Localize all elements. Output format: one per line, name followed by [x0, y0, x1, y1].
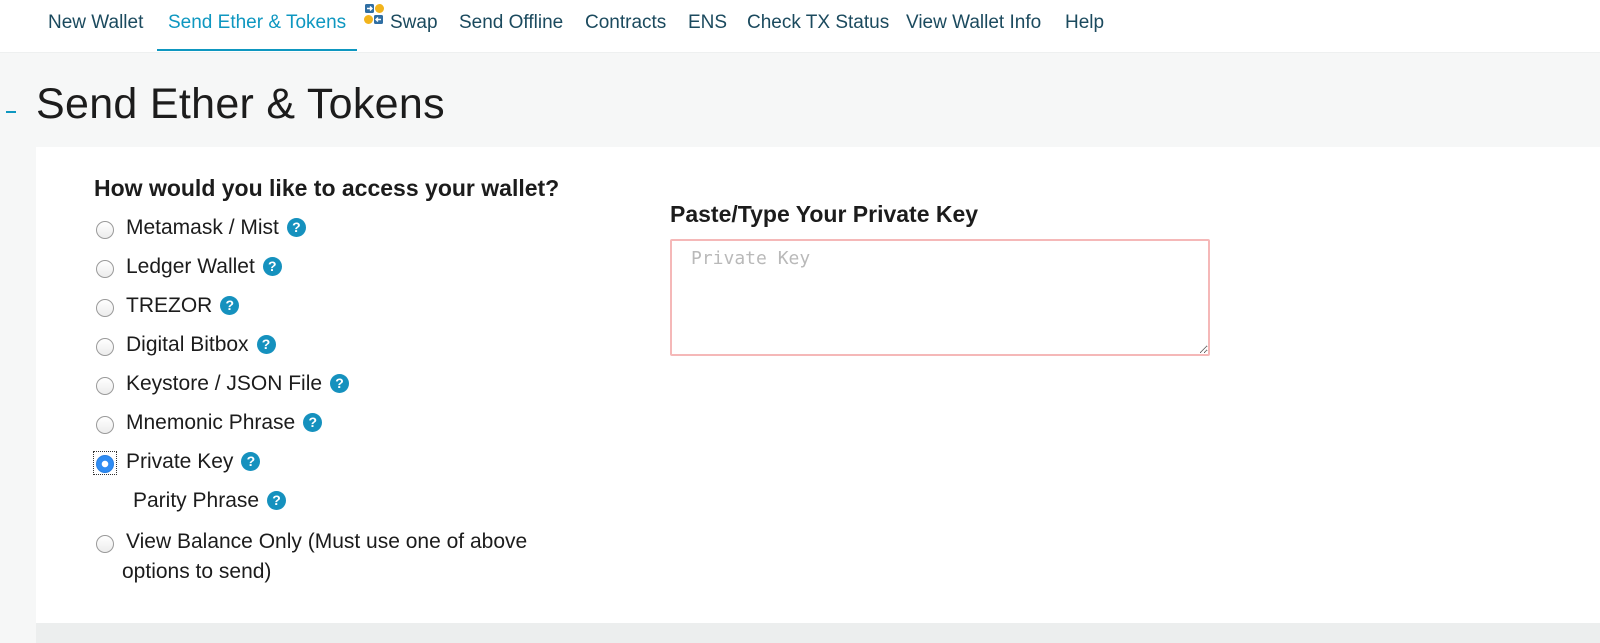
radio-view-balance[interactable] — [96, 535, 114, 553]
question-icon[interactable]: ? — [256, 335, 276, 354]
option-label: Metamask / Mist — [126, 216, 279, 239]
title-accent-dash — [6, 111, 16, 113]
private-key-input[interactable] — [670, 239, 1210, 356]
radio-ledger[interactable] — [96, 260, 114, 278]
option-label: View Balance Only (Must use one of above — [126, 530, 528, 553]
option-label-wrap: Ledger Wallet? — [126, 252, 282, 282]
private-key-heading: Paste/Type Your Private Key — [670, 201, 979, 227]
page-title: Send Ether & Tokens — [36, 80, 445, 128]
nav-label: ENS — [688, 12, 728, 33]
question-icon[interactable]: ? — [267, 491, 287, 510]
option-label-wrap: TREZOR? — [126, 291, 240, 321]
option-label-wrap: Metamask / Mist? — [126, 213, 306, 243]
option-label: Private Key — [126, 450, 234, 473]
nav-help[interactable]: Help — [1065, 0, 1104, 49]
nav-contracts[interactable]: Contracts — [585, 0, 666, 49]
radio-keystore-json[interactable] — [96, 377, 114, 395]
nav-ens[interactable]: ENS — [688, 0, 727, 49]
question-icon[interactable]: ? — [220, 296, 240, 315]
nav-swap[interactable]: Swap — [362, 0, 438, 49]
nav-label: Swap — [390, 12, 438, 33]
nav-label: View Wallet Info — [906, 12, 1042, 33]
option-label-wrap: Parity Phrase? — [133, 486, 287, 516]
nav-label: Check TX Status — [747, 12, 890, 33]
top-nav: New Wallet Send Ether & Tokens Swap Send… — [0, 0, 1600, 53]
option-label-wrap: Digital Bitbox? — [126, 330, 276, 360]
option-label: Ledger Wallet — [126, 255, 255, 278]
radio-digital-bitbox[interactable] — [96, 338, 114, 356]
access-heading: How would you like to access your wallet… — [94, 175, 560, 201]
option-label-continued: options to send) — [122, 560, 272, 583]
nav-view-wallet-info[interactable]: View Wallet Info — [906, 0, 1041, 49]
question-icon[interactable]: ? — [303, 413, 323, 432]
nav-label: Send Ether & Tokens — [168, 12, 347, 33]
question-icon[interactable]: ? — [262, 257, 282, 276]
option-label-wrap: Private Key? — [126, 447, 261, 477]
nav-label: Send Offline — [459, 12, 564, 33]
radio-private-key[interactable] — [96, 455, 114, 473]
card-footer-strip — [36, 623, 1600, 643]
radio-trezor[interactable] — [96, 299, 114, 317]
radio-mnemonic-phrase[interactable] — [96, 416, 114, 434]
nav-label: Contracts — [585, 12, 667, 33]
question-icon[interactable]: ? — [330, 374, 350, 393]
option-label: Keystore / JSON File — [126, 372, 323, 395]
question-icon[interactable]: ? — [241, 452, 261, 471]
nav-check-tx-status[interactable]: Check TX Status — [747, 0, 889, 49]
nav-new-wallet[interactable]: New Wallet — [48, 0, 143, 49]
option-label: Mnemonic Phrase — [126, 411, 296, 434]
option-label: Digital Bitbox — [126, 333, 249, 356]
radio-metamask[interactable] — [96, 221, 114, 239]
option-label: TREZOR — [126, 294, 213, 317]
swap-icon — [362, 0, 386, 44]
option-label-wrap: Mnemonic Phrase? — [126, 408, 323, 438]
nav-send-ether-tokens[interactable]: Send Ether & Tokens — [157, 0, 358, 51]
question-icon[interactable]: ? — [286, 218, 306, 237]
nav-label: Help — [1065, 12, 1105, 33]
nav-label: New Wallet — [48, 12, 144, 33]
option-label: Parity Phrase — [133, 489, 260, 512]
option-label-wrap: Keystore / JSON File? — [126, 369, 350, 399]
nav-send-offline[interactable]: Send Offline — [459, 0, 563, 49]
